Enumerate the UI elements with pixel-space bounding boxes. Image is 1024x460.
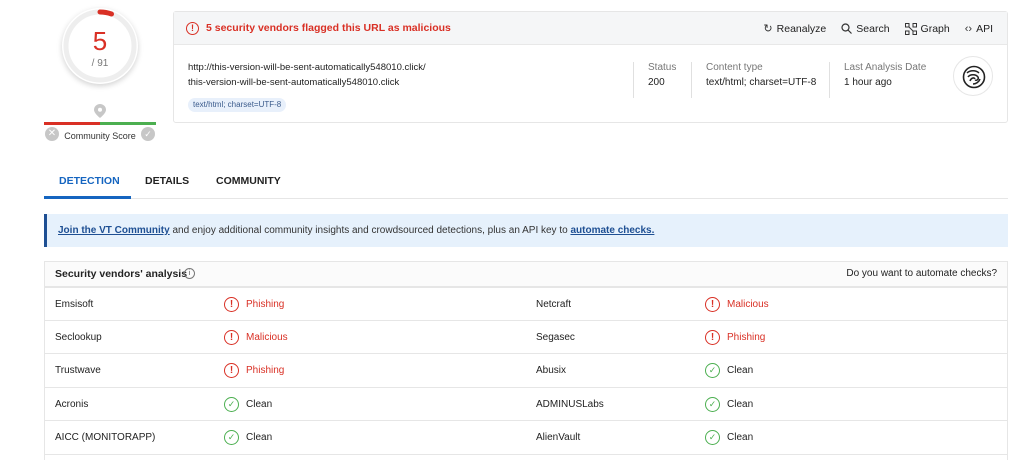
vendor-name: Netcraft (536, 299, 572, 310)
globe-fingerprint-icon (953, 56, 993, 96)
detection-count: 5 (92, 26, 108, 56)
community-pin-icon (94, 104, 106, 118)
check-icon: ✓ (705, 396, 720, 412)
status-value: 200 (648, 77, 665, 88)
automate-prompt[interactable]: Do you want to automate checks? (846, 268, 997, 279)
table-row: Trustwave! Phishing Abusix ✓ Clean (45, 354, 1007, 388)
community-upvote-icon[interactable]: ✓ (141, 127, 155, 141)
alert-icon: ! (224, 363, 239, 378)
vendors-analysis-title: Security vendors' analysis (55, 268, 188, 280)
table-row: Acronis ✓ Clean ADMINUSLabs ✓ Clean (45, 388, 1007, 421)
result-label: Clean (727, 398, 754, 410)
url-text-line2: this-version-will-be-sent-automatically5… (188, 77, 400, 88)
alert-icon: ! (705, 297, 720, 312)
check-icon: ✓ (705, 430, 720, 445)
vendor-result: ! Malicious (224, 329, 288, 345)
result-label: Malicious (246, 331, 288, 343)
table-row: AICC (MONITORAPP) ✓ Clean AlienVault ✓ Clean (45, 421, 1007, 455)
reanalyze-button[interactable]: ↻ Reanalyze (763, 22, 826, 36)
toolbar-actions: ↻ Reanalyze Search Graph ‹› API (763, 12, 993, 45)
graph-button[interactable]: Graph (904, 22, 950, 35)
vendor-name: AlienVault (536, 432, 581, 443)
vendor-result: ✓ Clean (705, 363, 753, 378)
engine-total: / 91 (91, 58, 109, 69)
tab-community[interactable]: COMMUNITY (216, 175, 281, 187)
vendor-result: ! Phishing (705, 329, 766, 345)
result-label: Phishing (246, 365, 285, 376)
last-analysis-field: Last Analysis Date 1 hour ago (829, 62, 926, 98)
banner-text: and enjoy additional community insights … (169, 225, 571, 236)
result-label: Clean (246, 398, 273, 410)
check-icon: ✓ (705, 363, 720, 378)
search-icon (841, 23, 853, 34)
vendors-analysis-table: Security vendors' analysis i Do you want… (44, 261, 1008, 460)
malicious-alert: 5 security vendors flagged this URL as m… (206, 22, 451, 34)
last-analysis-value: 1 hour ago (844, 77, 892, 88)
result-label: Clean (727, 432, 754, 443)
check-icon: ✓ (224, 396, 239, 412)
status-field: Status 200 (633, 62, 676, 98)
vendor-name: Acronis (55, 398, 89, 410)
vendor-result: ✓ Clean (705, 396, 754, 412)
result-label: Phishing (246, 299, 285, 310)
vendor-result: ! Malicious (705, 297, 769, 312)
tab-details[interactable]: DETAILS (145, 175, 189, 187)
url-summary-card: ! 5 security vendors flagged this URL as… (173, 11, 1008, 123)
automate-checks-link[interactable]: automate checks. (570, 225, 654, 236)
vendor-name: Segasec (536, 331, 575, 343)
graph-icon (904, 22, 917, 35)
vendor-name: Seclookup (55, 331, 102, 343)
api-icon: ‹› (964, 22, 973, 35)
info-icon[interactable]: i (184, 268, 195, 279)
active-tab-indicator (44, 196, 131, 199)
result-label: Clean (727, 365, 754, 376)
mime-type-chip[interactable]: text/html; charset=UTF-8 (188, 98, 287, 112)
check-icon: ✓ (224, 430, 239, 445)
detection-score-gauge: 5 / 91 (62, 8, 138, 84)
table-row: Seclookup! Malicious Segasec! Phishing (45, 321, 1007, 354)
vendor-result: ✓ Clean (224, 396, 273, 412)
community-score-bar (44, 122, 156, 125)
table-row: Emsisoft! Phishing Netcraft! Malicious (45, 287, 1007, 321)
alert-icon: ! (224, 329, 239, 345)
content-type-field: Content type text/html; charset=UTF-8 (691, 62, 816, 98)
vendor-result: ! Phishing (224, 363, 284, 378)
vendor-result: ✓ Clean (705, 430, 753, 445)
content-type-value: text/html; charset=UTF-8 (706, 77, 817, 88)
refresh-icon: ↻ (763, 23, 773, 35)
vendor-name: ADMINUSLabs (536, 398, 604, 410)
result-label: Malicious (727, 299, 769, 310)
result-label: Phishing (727, 331, 766, 343)
url-text-line1: http://this-version-will-be-sent-automat… (188, 62, 426, 73)
vendor-name: Abusix (536, 365, 567, 376)
vendor-name: Trustwave (55, 365, 101, 376)
community-banner: Join the VT Community and enjoy addition… (44, 214, 1008, 247)
result-label: Clean (246, 432, 273, 443)
community-score-label: Community Score (64, 131, 136, 141)
api-button[interactable]: ‹› API (965, 23, 993, 35)
vendor-name: AICC (MONITORAPP) (55, 432, 156, 443)
vendor-result: ! Phishing (224, 297, 284, 312)
tab-detection[interactable]: DETECTION (59, 175, 120, 187)
search-button[interactable]: Search (841, 23, 890, 35)
alert-icon: ! (186, 21, 199, 35)
vendor-name: Emsisoft (55, 299, 94, 310)
community-downvote-icon[interactable]: ✕ (45, 127, 59, 141)
vendor-rows: Emsisoft! Phishing Netcraft! Malicious Seclo… (45, 287, 1007, 455)
table-header: Security vendors' analysis i Do you want… (45, 262, 1007, 287)
alert-icon: ! (705, 329, 720, 345)
alert-icon: ! (224, 297, 239, 312)
alert-bar: ! 5 security vendors flagged this URL as… (174, 12, 1007, 45)
vendor-result: ✓ Clean (224, 430, 272, 445)
result-tabs: DETECTION DETAILS COMMUNITY (44, 167, 1008, 199)
join-community-link[interactable]: Join the VT Community (58, 225, 170, 236)
